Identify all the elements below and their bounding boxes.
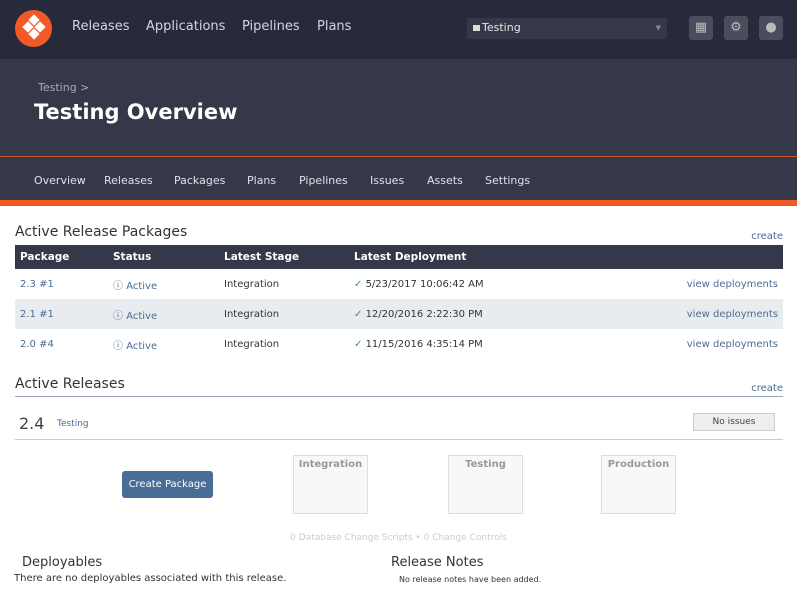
deployables-empty: There are no deployables associated with… — [14, 573, 287, 584]
tab-assets[interactable]: Assets — [427, 174, 463, 187]
info-icon: ⓘ — [113, 310, 127, 322]
col-stage: Latest Stage — [219, 245, 349, 269]
sub-nav: Overview Releases Packages Plans Pipelin… — [0, 157, 797, 200]
deployment-time: 12/20/2016 2:22:30 PM — [365, 308, 483, 320]
calendar-icon[interactable]: ▦ — [689, 16, 713, 40]
status: Active — [126, 340, 158, 352]
environment-select[interactable]: Testing ▼ — [467, 18, 667, 39]
nav-releases[interactable]: Releases — [72, 19, 130, 34]
tab-settings[interactable]: Settings — [485, 174, 530, 187]
divider — [15, 396, 783, 397]
release-environment: Testing — [57, 419, 89, 429]
divider — [15, 439, 783, 440]
release-notes-title: Release Notes — [391, 555, 484, 570]
packages-table: Package Status Latest Stage Latest Deployme… — [15, 245, 783, 359]
table-row: 2.3 #1 ⓘ Active Integration ✓ 5/23/2017 10:… — [15, 269, 783, 299]
status: Active — [126, 310, 158, 322]
view-deployments-link[interactable]: view deployments — [597, 329, 783, 359]
accent-bar — [0, 200, 797, 206]
table-row: 2.1 #1 ⓘ Active Integration ✓ 12/20/2016 2:… — [15, 299, 783, 329]
tab-plans[interactable]: Plans — [247, 174, 276, 187]
package-link[interactable]: 2.1 #1 — [15, 299, 108, 329]
deployment-time: 5/23/2017 10:06:42 AM — [365, 278, 484, 290]
check-icon: ✓ — [354, 338, 366, 350]
chevron-down-icon: ▼ — [655, 24, 661, 32]
logo[interactable] — [15, 10, 52, 47]
release-meta: 0 Database Change Scripts • 0 Change Con… — [290, 533, 507, 543]
tab-pipelines[interactable]: Pipelines — [299, 174, 348, 187]
breadcrumb[interactable]: Testing > — [38, 81, 89, 94]
releases-title: Active Releases — [15, 376, 125, 392]
package-link[interactable]: 2.3 #1 — [15, 269, 108, 299]
tab-packages[interactable]: Packages — [174, 174, 225, 187]
top-nav: Releases Applications Pipelines Plans Te… — [0, 0, 797, 59]
view-deployments-link[interactable]: view deployments — [596, 299, 783, 329]
deployment-time: 11/15/2016 4:35:14 PM — [365, 338, 483, 350]
gear-icon[interactable]: ⚙ — [724, 16, 748, 40]
nav-pipelines[interactable]: Pipelines — [242, 19, 300, 34]
check-icon: ✓ — [354, 308, 366, 320]
flag-icon — [473, 25, 480, 31]
table-row: 2.0 #4 ⓘ Active Integration ✓ 11/15/2016 4:… — [15, 329, 783, 359]
user-icon[interactable]: ● — [759, 16, 783, 40]
issues-badge[interactable]: No issues — [693, 413, 775, 431]
environment-label: Testing — [482, 21, 521, 34]
stage-integration: Integration — [293, 455, 368, 514]
stage: Integration — [219, 299, 349, 329]
package-link[interactable]: 2.0 #4 — [15, 329, 108, 359]
view-deployments-link[interactable]: view deployments — [597, 269, 783, 299]
page-title: Testing Overview — [34, 100, 238, 124]
col-deployment: Latest Deployment — [349, 245, 597, 269]
check-icon: ✓ — [354, 278, 366, 290]
release-notes-empty: No release notes have been added. — [399, 575, 542, 584]
create-package-link[interactable]: create — [751, 231, 783, 242]
status: Active — [126, 280, 158, 292]
create-package-button[interactable]: Create Package — [122, 471, 213, 498]
info-icon: ⓘ — [113, 340, 127, 352]
col-status: Status — [108, 245, 219, 269]
tab-issues[interactable]: Issues — [370, 174, 404, 187]
tab-overview[interactable]: Overview — [34, 174, 86, 187]
packages-title: Active Release Packages — [15, 224, 188, 240]
deployables-title: Deployables — [22, 555, 103, 570]
col-package: Package — [15, 245, 108, 269]
tab-releases[interactable]: Releases — [104, 174, 153, 187]
info-icon: ⓘ — [113, 280, 127, 292]
stage: Integration — [224, 278, 280, 290]
stage-testing: Testing — [448, 455, 523, 514]
nav-plans[interactable]: Plans — [317, 19, 351, 34]
release-version[interactable]: 2.4 — [19, 414, 44, 433]
stage-production: Production — [601, 455, 676, 514]
create-release-link[interactable]: create — [751, 383, 783, 394]
stage: Integration — [224, 338, 280, 350]
nav-applications[interactable]: Applications — [146, 19, 225, 34]
